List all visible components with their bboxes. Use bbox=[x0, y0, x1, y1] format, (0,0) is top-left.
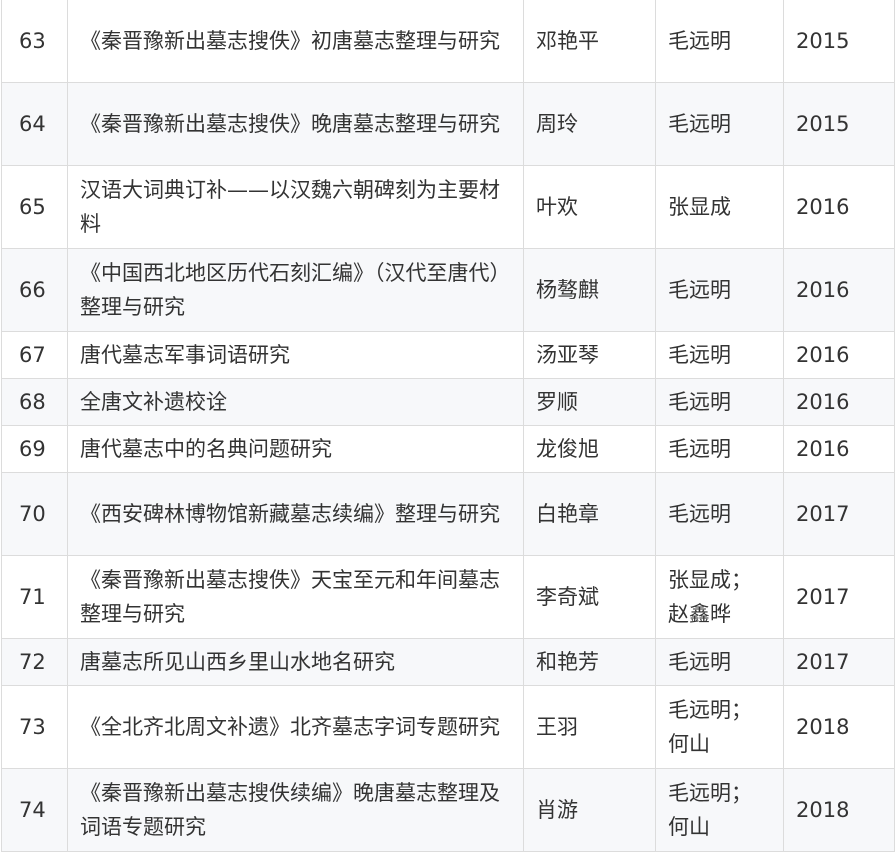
advisor-name: 毛远明 bbox=[655, 472, 784, 556]
author-name: 李奇斌 bbox=[523, 555, 656, 639]
row-number: 66 bbox=[1, 248, 68, 332]
thesis-title: 《秦晋豫新出墓志搜佚续编》晚唐墓志整理及词语专题研究 bbox=[67, 768, 524, 852]
year: 2017 bbox=[783, 472, 895, 556]
author-name: 汤亚琴 bbox=[523, 331, 656, 379]
year: 2016 bbox=[783, 165, 895, 249]
row-number: 63 bbox=[1, 0, 68, 83]
row-number: 69 bbox=[1, 425, 68, 473]
table-row: 63 《秦晋豫新出墓志搜佚》初唐墓志整理与研究 邓艳平 毛远明 2015 bbox=[1, 0, 895, 83]
year: 2017 bbox=[783, 555, 895, 639]
year: 2016 bbox=[783, 378, 895, 426]
advisor-name: 毛远明；何山 bbox=[655, 768, 784, 852]
advisor-name: 张显成 bbox=[655, 165, 784, 249]
author-name: 杨骜麒 bbox=[523, 248, 656, 332]
row-number: 65 bbox=[1, 165, 68, 249]
advisor-name: 毛远明 bbox=[655, 248, 784, 332]
row-number: 72 bbox=[1, 638, 68, 686]
table-row: 69 唐代墓志中的名典问题研究 龙俊旭 毛远明 2016 bbox=[1, 425, 895, 473]
table-row: 72 唐墓志所见山西乡里山水地名研究 和艳芳 毛远明 2017 bbox=[1, 638, 895, 686]
thesis-title: 《秦晋豫新出墓志搜佚》初唐墓志整理与研究 bbox=[67, 0, 524, 83]
author-name: 和艳芳 bbox=[523, 638, 656, 686]
thesis-title: 唐代墓志军事词语研究 bbox=[67, 331, 524, 379]
year: 2016 bbox=[783, 331, 895, 379]
row-number: 71 bbox=[1, 555, 68, 639]
thesis-title: 《秦晋豫新出墓志搜佚》天宝至元和年间墓志整理与研究 bbox=[67, 555, 524, 639]
author-name: 叶欢 bbox=[523, 165, 656, 249]
author-name: 肖游 bbox=[523, 768, 656, 852]
year: 2015 bbox=[783, 82, 895, 166]
advisor-name: 毛远明 bbox=[655, 425, 784, 473]
thesis-table: 63 《秦晋豫新出墓志搜佚》初唐墓志整理与研究 邓艳平 毛远明 2015 64 … bbox=[1, 0, 895, 852]
table-row: 73 《全北齐北周文补遗》北齐墓志字词专题研究 王羽 毛远明；何山 2018 bbox=[1, 685, 895, 769]
thesis-title: 全唐文补遗校诠 bbox=[67, 378, 524, 426]
year: 2017 bbox=[783, 638, 895, 686]
author-name: 白艳章 bbox=[523, 472, 656, 556]
author-name: 周玲 bbox=[523, 82, 656, 166]
advisor-name: 毛远明 bbox=[655, 378, 784, 426]
thesis-title: 唐代墓志中的名典问题研究 bbox=[67, 425, 524, 473]
thesis-title: 《全北齐北周文补遗》北齐墓志字词专题研究 bbox=[67, 685, 524, 769]
advisor-name: 毛远明 bbox=[655, 82, 784, 166]
table-row: 67 唐代墓志军事词语研究 汤亚琴 毛远明 2016 bbox=[1, 331, 895, 379]
row-number: 68 bbox=[1, 378, 68, 426]
advisor-name: 毛远明 bbox=[655, 638, 784, 686]
row-number: 73 bbox=[1, 685, 68, 769]
advisor-name: 毛远明；何山 bbox=[655, 685, 784, 769]
table-row: 71 《秦晋豫新出墓志搜佚》天宝至元和年间墓志整理与研究 李奇斌 张显成；赵鑫晔… bbox=[1, 555, 895, 639]
thesis-title: 《西安碑林博物馆新藏墓志续编》整理与研究 bbox=[67, 472, 524, 556]
year: 2016 bbox=[783, 425, 895, 473]
advisor-name: 毛远明 bbox=[655, 0, 784, 83]
row-number: 64 bbox=[1, 82, 68, 166]
advisor-name: 张显成；赵鑫晔 bbox=[655, 555, 784, 639]
table-row: 70 《西安碑林博物馆新藏墓志续编》整理与研究 白艳章 毛远明 2017 bbox=[1, 472, 895, 556]
year: 2018 bbox=[783, 685, 895, 769]
thesis-title: 《中国西北地区历代石刻汇编》（汉代至唐代）整理与研究 bbox=[67, 248, 524, 332]
table-row: 66 《中国西北地区历代石刻汇编》（汉代至唐代）整理与研究 杨骜麒 毛远明 20… bbox=[1, 248, 895, 332]
row-number: 67 bbox=[1, 331, 68, 379]
author-name: 王羽 bbox=[523, 685, 656, 769]
thesis-title: 唐墓志所见山西乡里山水地名研究 bbox=[67, 638, 524, 686]
thesis-title: 汉语大词典订补——以汉魏六朝碑刻为主要材料 bbox=[67, 165, 524, 249]
thesis-title: 《秦晋豫新出墓志搜佚》晚唐墓志整理与研究 bbox=[67, 82, 524, 166]
advisor-name: 毛远明 bbox=[655, 331, 784, 379]
table-row: 65 汉语大词典订补——以汉魏六朝碑刻为主要材料 叶欢 张显成 2016 bbox=[1, 165, 895, 249]
row-number: 74 bbox=[1, 768, 68, 852]
author-name: 邓艳平 bbox=[523, 0, 656, 83]
year: 2018 bbox=[783, 768, 895, 852]
author-name: 罗顺 bbox=[523, 378, 656, 426]
row-number: 70 bbox=[1, 472, 68, 556]
author-name: 龙俊旭 bbox=[523, 425, 656, 473]
table-row: 68 全唐文补遗校诠 罗顺 毛远明 2016 bbox=[1, 378, 895, 426]
table-row: 64 《秦晋豫新出墓志搜佚》晚唐墓志整理与研究 周玲 毛远明 2015 bbox=[1, 82, 895, 166]
year: 2016 bbox=[783, 248, 895, 332]
table-row: 74 《秦晋豫新出墓志搜佚续编》晚唐墓志整理及词语专题研究 肖游 毛远明；何山 … bbox=[1, 768, 895, 852]
year: 2015 bbox=[783, 0, 895, 83]
